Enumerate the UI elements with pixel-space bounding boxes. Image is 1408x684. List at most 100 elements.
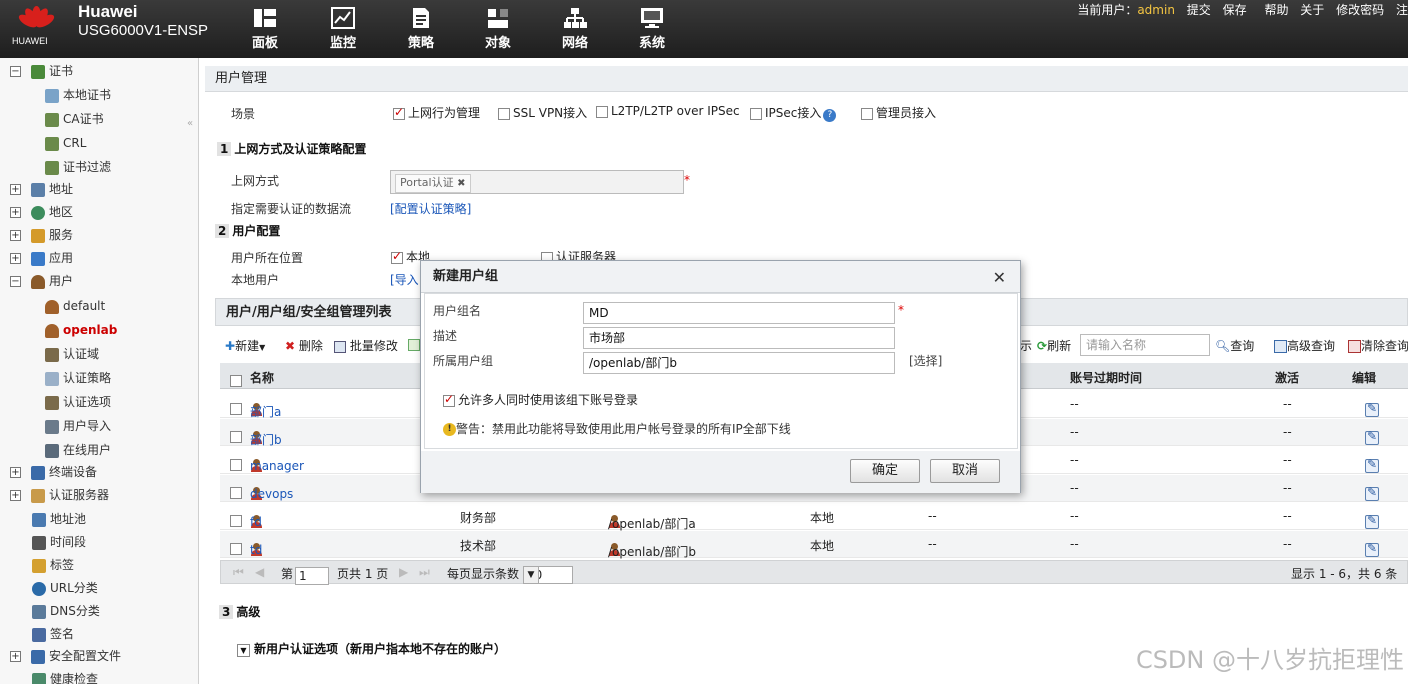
ok-button[interactable]: 确定 <box>850 459 920 483</box>
new-button[interactable]: ✚新建▼ <box>225 337 265 354</box>
checkbox-checked[interactable] <box>393 105 405 120</box>
sidebar-item-service[interactable]: + 服务 <box>10 225 73 245</box>
sidebar-item-url-category[interactable]: URL分类 <box>32 578 98 598</box>
nav-policy[interactable]: 策略 <box>396 4 446 51</box>
sidebar-item-application[interactable]: + 应用 <box>10 248 73 268</box>
parent-group-input[interactable]: /openlab/部门b <box>583 352 895 374</box>
nav-network[interactable]: 网络 <box>550 4 600 51</box>
delete-button[interactable]: ✖ 删除 <box>285 337 323 354</box>
query-button[interactable]: 🔍︎查询 <box>1215 337 1254 354</box>
col-expire[interactable]: 账号过期时间 <box>1070 369 1142 386</box>
checkbox-checked[interactable] <box>443 392 455 407</box>
nav-monitor[interactable]: 监控 <box>318 4 368 51</box>
sidebar-item-ca-cert[interactable]: CA证书 <box>45 109 104 129</box>
scene-web-behavior[interactable]: 上网行为管理 <box>393 104 480 121</box>
nav-dashboard[interactable]: 面板 <box>240 4 290 51</box>
help-icon[interactable]: ? <box>823 109 837 122</box>
sidebar-item-label: 时间段 <box>50 535 87 549</box>
dashboard-icon <box>254 9 276 27</box>
checkbox-checked[interactable] <box>391 249 403 264</box>
help-link[interactable]: 帮助 <box>1264 3 1288 17</box>
allow-multi-login-option[interactable]: 允许多人同时使用该组下账号登录 <box>443 391 638 408</box>
checkbox[interactable] <box>498 107 510 120</box>
sidebar-item-health-check[interactable]: 健康检查 <box>32 669 98 684</box>
scene-admin[interactable]: 管理员接入 <box>861 104 936 121</box>
advanced-query-button[interactable]: 高级查询 <box>1274 337 1335 354</box>
sidebar-item-crl[interactable]: CRL <box>45 133 86 153</box>
about-link[interactable]: 关于 <box>1300 3 1324 17</box>
collapse-icon[interactable]: − <box>10 276 21 287</box>
collapse-sidebar-icon[interactable]: « <box>187 118 193 129</box>
expand-icon[interactable]: + <box>10 207 21 218</box>
change-password-link[interactable]: 修改密码 <box>1336 3 1384 17</box>
configure-auth-policy-link[interactable]: [配置认证策略] <box>390 200 471 217</box>
sidebar-item-label: 证书 <box>49 64 74 78</box>
batch-edit-button[interactable]: 批量修改 <box>334 337 398 354</box>
sidebar-item-openlab[interactable]: openlab <box>45 320 117 340</box>
sidebar-item-local-cert[interactable]: 本地证书 <box>45 85 111 105</box>
first-page-icon[interactable]: ⏮ <box>233 565 244 580</box>
checkbox[interactable] <box>861 107 873 120</box>
scene-ipsec[interactable]: IPSec接入? <box>750 104 837 122</box>
prev-page-icon[interactable]: ◀ <box>255 565 264 579</box>
expand-icon[interactable]: + <box>10 651 21 662</box>
remove-tag-icon[interactable]: ✖ <box>457 178 465 189</box>
next-page-icon[interactable]: ▶ <box>399 565 408 579</box>
sidebar-item-dns-category[interactable]: DNS分类 <box>32 601 100 621</box>
new-user-option-toggle[interactable]: ▼ 新用户认证选项（新用户指本地不存在的账户） <box>237 640 506 657</box>
table-row[interactable]: fd 财务部 /openlab/部门a 本地 -- -- -- <box>220 503 1408 531</box>
refresh-button[interactable]: ⟳刷新 <box>1037 337 1071 354</box>
sidebar-item-auth-server[interactable]: + 认证服务器 <box>10 485 109 505</box>
access-mode-field[interactable]: Portal认证 ✖ <box>390 170 684 194</box>
group-name-input[interactable]: MD <box>583 302 895 324</box>
collapse-icon[interactable]: − <box>10 66 21 77</box>
checkbox[interactable] <box>596 105 608 118</box>
sidebar-item-cert-filter[interactable]: 证书过滤 <box>45 157 111 177</box>
table-row[interactable]: td 技术部 /openlab/部门b 本地 -- -- -- <box>220 531 1408 559</box>
last-page-icon[interactable]: ⏭ <box>419 565 430 580</box>
sidebar-item-security-profile[interactable]: + 安全配置文件 <box>10 646 121 666</box>
sidebar-item-signature[interactable]: 签名 <box>32 624 74 644</box>
sidebar-item-address[interactable]: + 地址 <box>10 179 73 199</box>
sidebar-item-auth-policy[interactable]: 认证策略 <box>45 368 111 388</box>
scene-l2tp[interactable]: L2TP/L2TP over IPSec <box>596 104 740 118</box>
logout-link[interactable]: 注 <box>1396 3 1408 17</box>
expand-icon[interactable]: + <box>10 467 21 478</box>
nav-system[interactable]: 系统 <box>627 4 677 51</box>
sidebar-item-default[interactable]: default <box>45 296 105 316</box>
col-activate[interactable]: 激活 <box>1275 369 1299 386</box>
sidebar-item-user[interactable]: − 用户 <box>10 271 73 291</box>
portal-auth-tag[interactable]: Portal认证 ✖ <box>395 174 471 193</box>
nav-object[interactable]: 对象 <box>473 4 523 51</box>
chevron-down-icon: ▼ <box>523 566 539 584</box>
device-model: USG6000V1-ENSP <box>78 22 209 39</box>
sidebar-item-time-range[interactable]: 时间段 <box>32 532 86 552</box>
sidebar-item-terminal[interactable]: + 终端设备 <box>10 462 97 482</box>
expand-icon[interactable]: + <box>10 253 21 264</box>
commit-link[interactable]: 提交 <box>1187 3 1211 17</box>
select-group-link[interactable]: [选择] <box>909 352 942 369</box>
sidebar-item-online-users[interactable]: 在线用户 <box>45 440 111 460</box>
expand-icon[interactable]: + <box>10 230 21 241</box>
expand-icon[interactable]: + <box>10 184 21 195</box>
nav-label: 对象 <box>484 36 511 51</box>
checkbox[interactable] <box>750 107 762 120</box>
sidebar-item-tag[interactable]: 标签 <box>32 555 74 575</box>
sidebar-item-user-import[interactable]: 用户导入 <box>45 416 111 436</box>
sidebar-item-region[interactable]: + 地区 <box>10 202 73 222</box>
close-icon[interactable]: ✕ <box>993 262 1006 294</box>
cancel-button[interactable]: 取消 <box>930 459 1000 483</box>
sidebar-item-address-pool[interactable]: 地址池 <box>32 509 86 529</box>
expand-icon[interactable]: + <box>10 490 21 501</box>
clear-query-button[interactable]: 清除查询 <box>1348 337 1408 354</box>
save-link[interactable]: 保存 <box>1223 3 1247 17</box>
col-name[interactable]: 名称 <box>250 369 274 386</box>
sidebar-item-auth-domain[interactable]: 认证域 <box>45 344 99 364</box>
sidebar-item-auth-options[interactable]: 认证选项 <box>45 392 111 412</box>
sidebar-item-certificate[interactable]: − 证书 <box>10 61 73 81</box>
scene-ssl-vpn[interactable]: SSL VPN接入 <box>498 104 587 121</box>
description-input[interactable]: 市场部 <box>583 327 895 349</box>
import-link[interactable]: [导入 <box>390 271 419 288</box>
search-input[interactable]: 请输入名称 <box>1080 334 1210 356</box>
export-icon[interactable] <box>408 337 420 351</box>
